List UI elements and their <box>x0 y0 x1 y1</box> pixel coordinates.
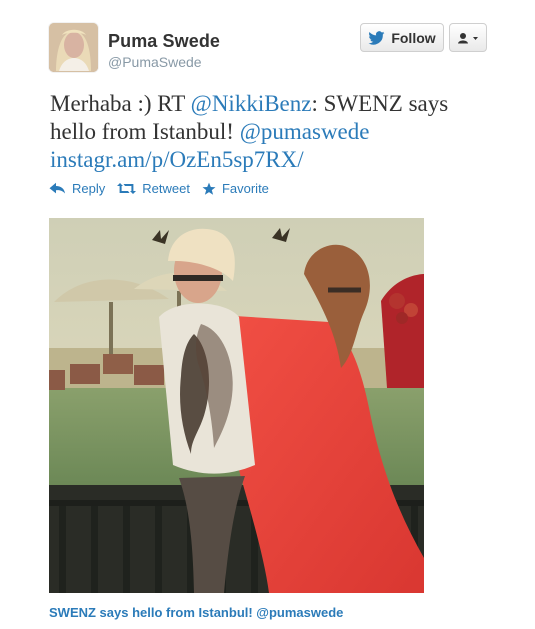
tweet-actions: Reply Retweet Favorite <box>49 181 269 196</box>
tweet-card: Puma Swede @PumaSwede Follow Merhaba :) … <box>0 0 535 629</box>
embedded-photo[interactable] <box>49 218 424 593</box>
user-menu-icon <box>457 32 478 43</box>
photo-caption[interactable]: SWENZ says hello from Istanbul! @pumaswe… <box>49 605 343 620</box>
author-name[interactable]: Puma Swede <box>108 31 220 52</box>
avatar[interactable] <box>49 23 98 72</box>
twitter-bird-icon <box>368 30 385 45</box>
retweet-action[interactable]: Retweet <box>117 181 190 196</box>
reply-icon <box>49 182 65 194</box>
user-actions-button[interactable] <box>449 23 487 52</box>
retweet-label: Retweet <box>142 181 190 196</box>
reply-action[interactable]: Reply <box>49 181 105 196</box>
tweet-text-prefix: Merhaba :) RT <box>50 91 191 116</box>
star-icon <box>202 182 216 195</box>
favorite-label: Favorite <box>221 181 269 196</box>
mention-nikkibenz[interactable]: @NikkiBenz <box>191 91 312 116</box>
favorite-action[interactable]: Favorite <box>202 181 269 196</box>
mention-pumaswede[interactable]: @pumaswede <box>240 119 370 144</box>
author-handle[interactable]: @PumaSwede <box>108 54 202 70</box>
tweet-text: Merhaba :) RT @NikkiBenz: SWENZ says hel… <box>50 90 490 174</box>
follow-button[interactable]: Follow <box>360 23 444 52</box>
instagram-link[interactable]: instagr.am/p/OzEn5sp7RX/ <box>50 147 304 172</box>
follow-label: Follow <box>391 29 436 46</box>
reply-label: Reply <box>72 181 106 196</box>
retweet-icon <box>117 183 137 194</box>
